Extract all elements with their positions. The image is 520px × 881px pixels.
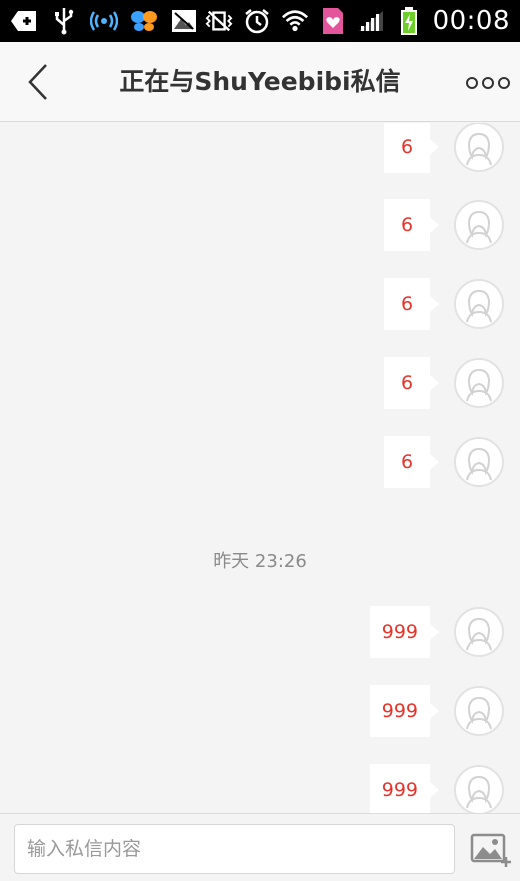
add-notification-icon (10, 7, 38, 35)
message-bubble[interactable]: 999 (369, 764, 440, 813)
message-bubble[interactable]: 999 (369, 606, 440, 658)
avatar[interactable] (454, 765, 504, 813)
message-bubble[interactable]: 6 (384, 278, 439, 330)
message-text: 6 (400, 136, 414, 158)
alarm-icon (243, 7, 271, 35)
message-bubble[interactable]: 6 (384, 199, 439, 251)
message-row: 6 (384, 277, 504, 331)
message-text: 6 (400, 451, 414, 473)
heart-sim-icon (319, 7, 347, 35)
status-left-icons (10, 6, 198, 36)
avatar[interactable] (454, 200, 504, 250)
avatar[interactable] (454, 686, 504, 736)
avatar[interactable] (454, 279, 504, 329)
more-options-button[interactable] (466, 68, 510, 98)
nav-bar: 正在与ShuYeebibi私信 (0, 42, 520, 122)
message-input[interactable] (14, 824, 455, 874)
insert-image-button[interactable] (468, 830, 514, 870)
user-avatar-icon (466, 775, 492, 809)
message-text: 999 (381, 621, 418, 643)
photo-icon (170, 7, 198, 35)
message-text: 6 (400, 372, 414, 394)
usb-icon (50, 7, 78, 35)
status-right-icons: 00:08 (205, 6, 510, 36)
butterfly-app-icon (130, 7, 158, 35)
message-text: 999 (381, 700, 418, 722)
avatar[interactable] (454, 437, 504, 487)
page-title: 正在与ShuYeebibi私信 (119, 67, 401, 96)
more-dot-icon (498, 77, 510, 89)
avatar[interactable] (454, 607, 504, 657)
vibrate-icon (205, 7, 233, 35)
hotspot-icon (90, 7, 118, 35)
message-row: 6 (384, 123, 504, 174)
battery-charging-icon (395, 7, 423, 35)
user-avatar-icon (466, 696, 492, 730)
message-row: 6 (384, 198, 504, 252)
user-avatar-icon (466, 368, 492, 402)
message-input-bar (0, 813, 520, 881)
status-bar: 00:08 (0, 0, 520, 42)
message-text: 6 (400, 293, 414, 315)
message-bubble[interactable]: 999 (369, 685, 440, 737)
user-avatar-icon (466, 210, 492, 244)
message-row: 999 (369, 605, 504, 659)
message-row: 6 (384, 356, 504, 410)
message-timestamp: 昨天 23:26 (213, 551, 307, 572)
more-dot-icon (466, 77, 478, 89)
user-avatar-icon (466, 447, 492, 481)
message-text: 6 (400, 214, 414, 236)
message-row: 999 (369, 763, 504, 813)
message-bubble[interactable]: 6 (384, 357, 439, 409)
avatar[interactable] (454, 123, 504, 172)
message-bubble[interactable]: 6 (384, 123, 439, 173)
image-add-icon (470, 833, 511, 867)
message-bubble[interactable]: 6 (384, 436, 439, 488)
user-avatar-icon (466, 132, 492, 166)
chevron-left-icon (28, 64, 47, 100)
back-button[interactable] (18, 62, 58, 102)
wifi-icon (281, 7, 309, 35)
signal-icon (357, 7, 385, 35)
more-dot-icon (482, 77, 494, 89)
user-avatar-icon (466, 289, 492, 323)
message-text: 999 (381, 779, 418, 801)
message-row: 6 (384, 435, 504, 489)
message-list[interactable]: 6 6 6 6 6 昨天 23:26 999 999 999 (0, 123, 520, 813)
user-avatar-icon (466, 617, 492, 651)
message-row: 999 (369, 684, 504, 738)
avatar[interactable] (454, 358, 504, 408)
status-time: 00:08 (432, 6, 510, 36)
